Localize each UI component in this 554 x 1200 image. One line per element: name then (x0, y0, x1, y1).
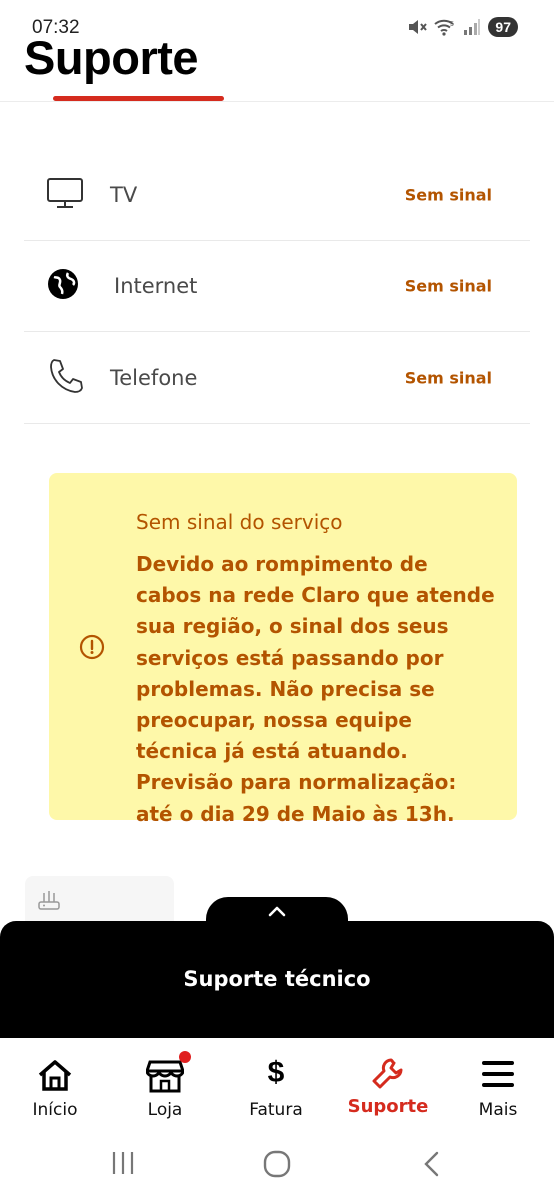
bottom-nav: Início Loja $ Fatura Suporte Mais (0, 1038, 554, 1130)
nav-label: Loja (147, 1100, 183, 1120)
chevron-up-icon[interactable] (266, 903, 288, 922)
home-circle-icon[interactable] (263, 1150, 291, 1182)
wifi-icon: 5 (434, 18, 456, 36)
page-title: Suporte (24, 31, 199, 84)
recents-icon[interactable] (110, 1150, 136, 1180)
svg-text:5: 5 (450, 21, 454, 28)
service-status: Sem sinal (404, 276, 492, 296)
nav-item-mais[interactable]: Mais (443, 1038, 553, 1130)
status-icons: 5 97 (407, 16, 518, 38)
nav-label: Fatura (249, 1100, 303, 1120)
home-icon (36, 1058, 74, 1096)
dollar-icon: $ (267, 1056, 285, 1089)
nav-label: Suporte (347, 1096, 429, 1117)
wrench-icon (371, 1056, 405, 1094)
menu-icon (482, 1060, 514, 1092)
nav-item-fatura[interactable]: $ Fatura (221, 1038, 331, 1130)
tv-icon (46, 176, 84, 214)
service-alert: Sem sinal do serviço Devido ao rompiment… (49, 473, 517, 826)
notification-badge (179, 1051, 191, 1063)
service-row-tv[interactable]: TV Sem sinal (24, 150, 530, 241)
globe-icon (46, 267, 80, 305)
store-icon (144, 1058, 186, 1098)
router-icon (37, 890, 61, 916)
service-label: Telefone (110, 366, 198, 390)
nav-label: Mais (478, 1100, 518, 1120)
service-row-telefone[interactable]: Telefone Sem sinal (24, 333, 530, 424)
service-status: Sem sinal (404, 185, 492, 205)
mute-icon (407, 18, 428, 36)
nav-label: Início (32, 1100, 78, 1120)
alert-body: Devido ao rompimento de cabos na rede Cl… (136, 552, 495, 826)
signal-icon (463, 18, 481, 36)
service-label: TV (110, 183, 138, 207)
back-icon[interactable] (421, 1150, 443, 1182)
phone-icon (46, 356, 86, 400)
service-row-internet[interactable]: Internet Sem sinal (24, 241, 530, 332)
alert-title: Sem sinal do serviço (136, 510, 343, 534)
header-divider (0, 101, 554, 102)
service-label: Internet (114, 274, 198, 298)
nav-item-loja[interactable]: Loja (110, 1038, 220, 1130)
nav-item-suporte[interactable]: Suporte (333, 1038, 443, 1130)
service-status: Sem sinal (404, 368, 492, 388)
system-nav (0, 1130, 554, 1200)
nav-item-inicio[interactable]: Início (0, 1038, 110, 1130)
sheet-title: Suporte técnico (183, 967, 371, 991)
alert-circle-icon (79, 634, 105, 664)
battery-indicator: 97 (488, 17, 518, 37)
support-sheet[interactable]: Suporte técnico (0, 921, 554, 1038)
